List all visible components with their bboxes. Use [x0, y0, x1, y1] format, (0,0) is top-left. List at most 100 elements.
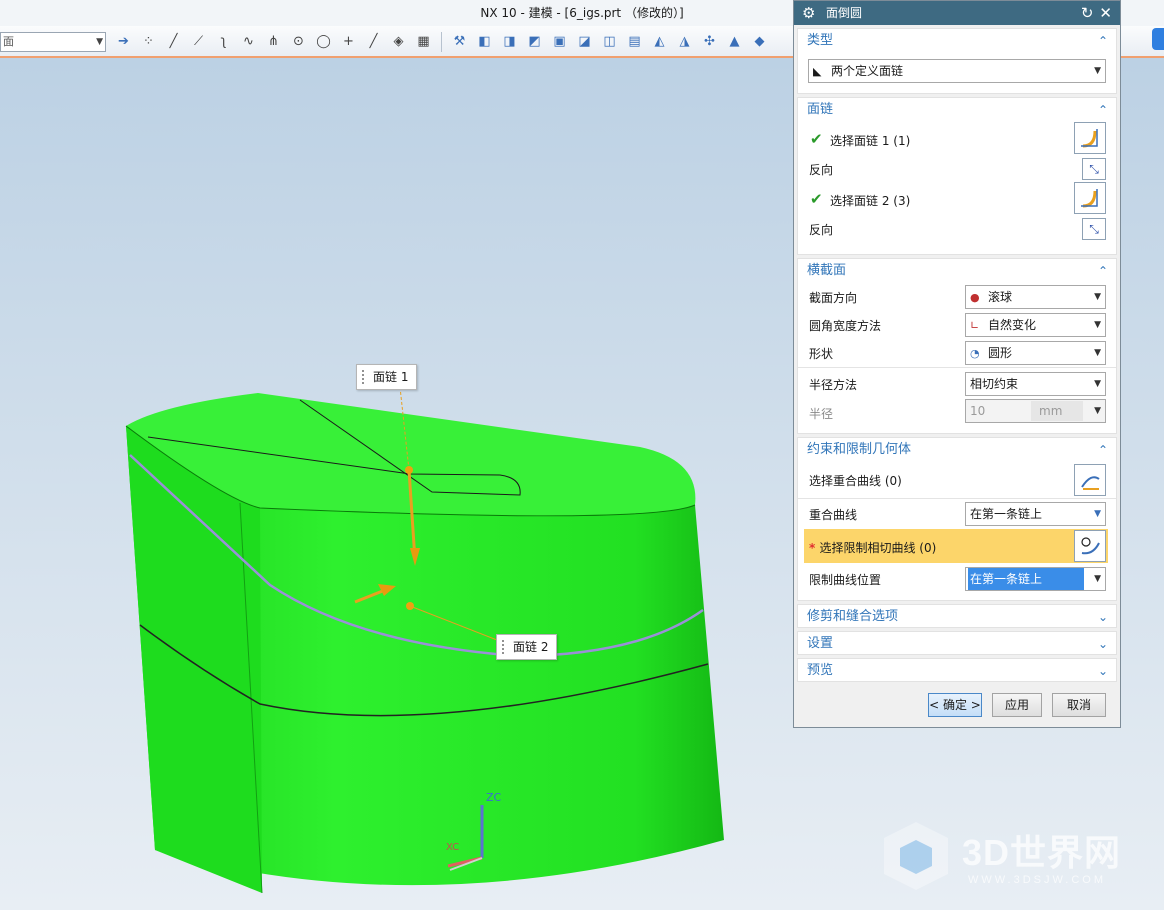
tangent-curve-select-icon — [1081, 537, 1100, 555]
constraints-section-header[interactable]: 约束和限制几何体 ⌃ — [798, 438, 1116, 462]
revolve-icon[interactable]: ◨ — [500, 32, 519, 51]
settings-section-header[interactable]: 设置 ⌄ — [798, 632, 1116, 656]
shell-icon[interactable]: ◆ — [750, 32, 769, 51]
coincident-curve-label: 重合曲线 — [809, 508, 858, 522]
chevron-up-icon[interactable]: ⌃ — [1098, 259, 1108, 283]
check-icon: ✔ — [810, 190, 823, 208]
select-chain-1-row[interactable]: ✔ 选择面链 1 (1) — [798, 122, 1116, 156]
shape-label: 形状 — [809, 347, 834, 361]
feature-icon[interactable]: ▣ — [550, 32, 569, 51]
pattern-icon[interactable]: ▤ — [625, 32, 644, 51]
hole-icon[interactable]: ◩ — [525, 32, 544, 51]
arrow-right-icon[interactable]: ➔ — [114, 32, 133, 51]
callout-label: 面链 1 — [373, 370, 409, 384]
line-icon[interactable]: ╱ — [364, 32, 383, 51]
ok-button[interactable]: < 确定 > — [928, 693, 982, 717]
graphics-viewport[interactable]: 面链 1 面链 2 ZC XC — [0, 60, 795, 910]
curve-icon[interactable]: ʅ — [214, 32, 233, 51]
width-method-label: 圆角宽度方法 — [809, 319, 882, 333]
chevron-up-icon[interactable]: ⌃ — [1098, 438, 1108, 462]
solid-icon[interactable]: ◫ — [600, 32, 619, 51]
reset-icon[interactable]: ↻ — [1081, 1, 1094, 25]
select-chain-2-row[interactable]: ✔ 选择面链 2 (3) — [798, 182, 1116, 216]
dialog-title-bar[interactable]: ⚙ 面倒圆 ↻ ✕ — [794, 1, 1120, 25]
line-icon[interactable]: ╱ — [164, 32, 183, 51]
grid-icon[interactable]: ▦ — [414, 32, 433, 51]
blend-icon[interactable]: ◮ — [675, 32, 694, 51]
selection-filter-dropdown[interactable]: 面 ▼ — [0, 32, 106, 52]
plus-icon[interactable]: + — [339, 32, 358, 51]
circle-center-icon[interactable]: ⊙ — [289, 32, 308, 51]
select-coincident-curve-button[interactable] — [1074, 464, 1106, 496]
reverse-direction-1-button[interactable]: ⤡ — [1082, 158, 1106, 180]
chevron-down-icon: ▼ — [1094, 379, 1101, 389]
chevron-down-icon[interactable]: ⌄ — [1098, 659, 1108, 683]
circle-icon[interactable]: ◯ — [314, 32, 333, 51]
preview-section: 预览 ⌄ — [797, 658, 1117, 682]
chamfer-icon[interactable]: ✣ — [700, 32, 719, 51]
type-dropdown[interactable]: ◣ 两个定义面链 ▼ — [808, 59, 1106, 83]
drag-handle-icon[interactable] — [501, 639, 506, 655]
callout-label: 面链 2 — [513, 640, 549, 654]
chevron-down-icon[interactable]: ⌄ — [1098, 605, 1108, 629]
preview-section-header[interactable]: 预览 ⌄ — [798, 659, 1116, 683]
trim-sew-section: 修剪和缝合选项 ⌄ — [797, 604, 1117, 628]
radius-method-dropdown[interactable]: 相切约束 ▼ — [965, 372, 1106, 396]
width-method-dropdown[interactable]: ∟ 自然变化 ▼ — [965, 313, 1106, 337]
section-orientation-dropdown[interactable]: ● 滚球 ▼ — [965, 285, 1106, 309]
wrench-icon[interactable]: ⚒ — [450, 32, 469, 51]
section-title: 类型 — [807, 33, 834, 48]
axis-xc-label: XC — [446, 842, 460, 853]
draft-icon[interactable]: ▲ — [725, 32, 744, 51]
coincident-curve-dropdown[interactable]: 在第一条链上 ▼ — [965, 502, 1106, 526]
drag-handle-icon[interactable] — [361, 369, 366, 385]
arc-tangent-icon[interactable]: ⋔ — [264, 32, 283, 51]
chevron-down-icon[interactable]: ⌄ — [1098, 632, 1108, 656]
cross-section-header[interactable]: 横截面 ⌃ — [798, 259, 1116, 283]
limit-position-dropdown[interactable]: 在第一条链上 ▼ — [965, 567, 1106, 591]
face-chain-section-header[interactable]: 面链 ⌃ — [798, 98, 1116, 122]
point-cloud-icon[interactable]: ⁘ — [139, 32, 158, 51]
reverse-direction-icon: ⤡ — [1089, 221, 1099, 236]
type-section-header[interactable]: 类型 ⌃ — [798, 29, 1116, 53]
chevron-up-icon[interactable]: ⌃ — [1098, 98, 1108, 122]
trim-sew-section-header[interactable]: 修剪和缝合选项 ⌄ — [798, 605, 1116, 629]
face-chain-1-callout[interactable]: 面链 1 — [356, 364, 418, 390]
radius-input[interactable]: 10 mm ▼ — [965, 399, 1106, 423]
select-coincident-row[interactable]: 选择重合曲线 (0) — [798, 462, 1116, 498]
radius-method-value: 相切约束 — [970, 377, 1019, 391]
type-section: 类型 ⌃ ◣ 两个定义面链 ▼ — [797, 28, 1117, 94]
width-method-row: 圆角宽度方法 ∟ 自然变化 ▼ — [798, 311, 1116, 339]
block-icon[interactable]: ◪ — [575, 32, 594, 51]
select-tangent-row[interactable]: * 选择限制相切曲线 (0) — [798, 528, 1116, 564]
select-tangent-curve-button[interactable] — [1074, 530, 1106, 562]
close-icon[interactable]: ✕ — [1099, 1, 1112, 25]
line-icon[interactable]: ⟋ — [189, 32, 208, 51]
reverse-direction-2-button[interactable]: ⤡ — [1082, 218, 1106, 240]
section-title: 面链 — [807, 102, 834, 117]
radius-value: 10 — [970, 404, 986, 418]
chevron-down-icon: ▼ — [1094, 509, 1101, 519]
spline-icon[interactable]: ∿ — [239, 32, 258, 51]
curve-select-icon — [1081, 476, 1100, 490]
section-title: 修剪和缝合选项 — [807, 609, 899, 624]
surface-icon[interactable]: ◈ — [389, 32, 408, 51]
shape-dropdown[interactable]: ◔ 圆形 ▼ — [965, 341, 1106, 365]
section-orientation-row: 截面方向 ● 滚球 ▼ — [798, 283, 1116, 311]
section-title: 预览 — [807, 663, 834, 678]
width-method-value: 自然变化 — [988, 318, 1037, 332]
circular-shape-icon: ◔ — [970, 347, 980, 360]
check-icon: ✔ — [810, 130, 823, 148]
apply-button[interactable]: 应用 — [992, 693, 1042, 717]
ribbon-edge-button[interactable] — [1152, 28, 1164, 50]
select-face-chain-2-button[interactable] — [1074, 182, 1106, 214]
select-face-chain-1-button[interactable] — [1074, 122, 1106, 154]
extrude-icon[interactable]: ◧ — [475, 32, 494, 51]
cancel-button[interactable]: 取消 — [1052, 693, 1106, 717]
face-chain-2-callout[interactable]: 面链 2 — [496, 634, 558, 660]
mirror-icon[interactable]: ◭ — [650, 32, 669, 51]
face-select-icon — [1081, 189, 1098, 208]
radius-unit: mm — [1031, 401, 1083, 421]
chevron-up-icon[interactable]: ⌃ — [1098, 29, 1108, 53]
reverse-2-row: 反向 ⤡ — [798, 216, 1116, 242]
